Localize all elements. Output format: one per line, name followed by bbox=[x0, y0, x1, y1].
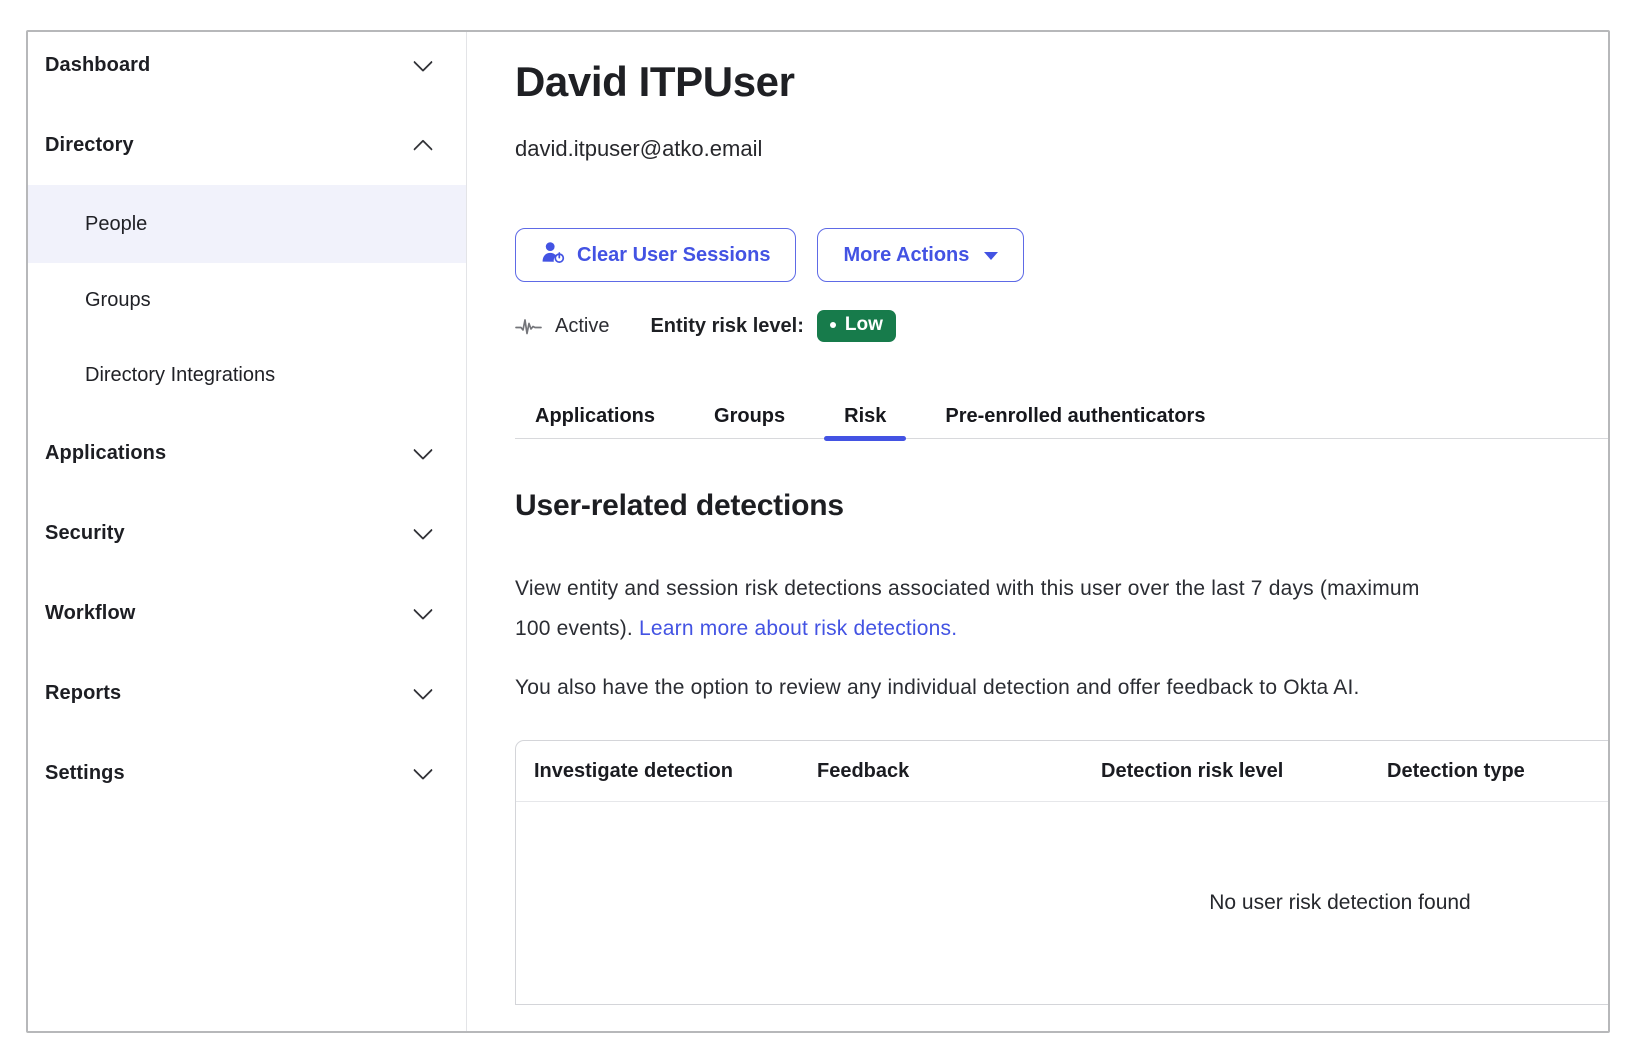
sidebar-item-people[interactable]: People bbox=[28, 185, 466, 263]
tab-label: Risk bbox=[844, 405, 886, 427]
column-header-detection-type: Detection type bbox=[1369, 760, 1608, 783]
tab-groups[interactable]: Groups bbox=[694, 405, 805, 438]
tab-label: Pre-enrolled authenticators bbox=[945, 405, 1205, 427]
sidebar-item-groups[interactable]: Groups bbox=[28, 263, 466, 338]
user-email: david.itpuser@atko.email bbox=[515, 136, 1608, 162]
sidebar-nav: Dashboard Directory People Groups Direct… bbox=[28, 30, 467, 1031]
main-inner: David ITPUser david.itpuser@atko.email C… bbox=[515, 58, 1608, 1005]
risk-level-badge: Low bbox=[817, 310, 896, 342]
action-buttons: Clear User Sessions More Actions bbox=[515, 228, 1608, 282]
chevron-down-icon bbox=[413, 760, 433, 780]
badge-dot bbox=[830, 322, 836, 328]
chevron-down-icon bbox=[413, 440, 433, 460]
sidebar-item-label: Settings bbox=[45, 762, 125, 785]
tab-label: Applications bbox=[535, 405, 655, 427]
sidebar-item-reports[interactable]: Reports bbox=[28, 653, 466, 733]
sidebar-item-label: Dashboard bbox=[45, 54, 150, 77]
column-header-investigate-detection: Investigate detection bbox=[516, 760, 799, 783]
status-row: Active Entity risk level: Low bbox=[515, 310, 1608, 342]
tab-label: Groups bbox=[714, 405, 785, 427]
detections-table: Investigate detectionFeedbackDetection r… bbox=[515, 740, 1608, 1005]
sidebar-item-dashboard[interactable]: Dashboard bbox=[28, 30, 466, 105]
chevron-down-icon bbox=[413, 520, 433, 540]
more-actions-button[interactable]: More Actions bbox=[817, 228, 1024, 282]
tab-applications[interactable]: Applications bbox=[515, 405, 675, 438]
detections-table-body: No user risk detection found bbox=[516, 802, 1608, 1004]
column-header-feedback: Feedback bbox=[799, 760, 1083, 783]
admin-console-frame: Dashboard Directory People Groups Direct… bbox=[26, 30, 1610, 1033]
caret-down-icon bbox=[984, 252, 998, 260]
chevron-down-icon bbox=[413, 680, 433, 700]
sidebar-item-directory-integrations[interactable]: Directory Integrations bbox=[28, 338, 466, 413]
description-line-1: View entity and session risk detections … bbox=[515, 569, 1608, 609]
sidebar-item-label: Security bbox=[45, 522, 125, 545]
section-heading: User-related detections bbox=[515, 489, 1608, 523]
sidebar-item-settings[interactable]: Settings bbox=[28, 733, 466, 813]
clear-user-sessions-label: Clear User Sessions bbox=[577, 244, 770, 267]
clear-user-sessions-button[interactable]: Clear User Sessions bbox=[515, 228, 796, 282]
sidebar-item-label: Directory Integrations bbox=[85, 364, 275, 387]
sidebar-item-label: Groups bbox=[85, 289, 151, 312]
description-line-2-text: 100 events). bbox=[515, 617, 639, 640]
detections-table-header: Investigate detectionFeedbackDetection r… bbox=[516, 741, 1608, 802]
sidebar-item-label: Workflow bbox=[45, 602, 135, 625]
empty-state-message: No user risk detection found bbox=[1209, 891, 1470, 915]
tab-pre-enrolled-authenticators[interactable]: Pre-enrolled authenticators bbox=[925, 405, 1225, 438]
tab-risk[interactable]: Risk bbox=[824, 405, 906, 438]
feedback-note: You also have the option to review any i… bbox=[515, 676, 1608, 700]
page-title: David ITPUser bbox=[515, 58, 1608, 106]
main-content: David ITPUser david.itpuser@atko.email C… bbox=[467, 32, 1608, 1031]
sidebar-item-security[interactable]: Security bbox=[28, 493, 466, 573]
activity-pulse-icon bbox=[515, 316, 542, 336]
sidebar-item-applications[interactable]: Applications bbox=[28, 413, 466, 493]
chevron-up-icon bbox=[413, 139, 433, 159]
column-header-detection-risk-level: Detection risk level bbox=[1083, 760, 1369, 783]
chevron-down-icon bbox=[413, 52, 433, 72]
user-power-icon bbox=[541, 241, 566, 270]
chevron-down-icon bbox=[413, 600, 433, 620]
sidebar-item-label: Directory bbox=[45, 134, 134, 157]
section-description: View entity and session risk detections … bbox=[515, 569, 1608, 649]
sidebar-item-label: Applications bbox=[45, 442, 166, 465]
risk-level-value: Low bbox=[845, 314, 883, 336]
sidebar-item-label: Reports bbox=[45, 682, 121, 705]
entity-risk-label: Entity risk level: bbox=[650, 315, 803, 338]
tab-bar: Applications Groups Risk Pre-enrolled au… bbox=[515, 405, 1608, 439]
sidebar-item-workflow[interactable]: Workflow bbox=[28, 573, 466, 653]
more-actions-label: More Actions bbox=[843, 244, 969, 267]
sidebar-item-label: People bbox=[85, 213, 147, 236]
user-status: Active bbox=[555, 315, 609, 338]
learn-more-link[interactable]: Learn more about risk detections. bbox=[639, 617, 957, 640]
description-line-2: 100 events). Learn more about risk detec… bbox=[515, 609, 1608, 649]
sidebar-item-directory[interactable]: Directory bbox=[28, 105, 466, 185]
